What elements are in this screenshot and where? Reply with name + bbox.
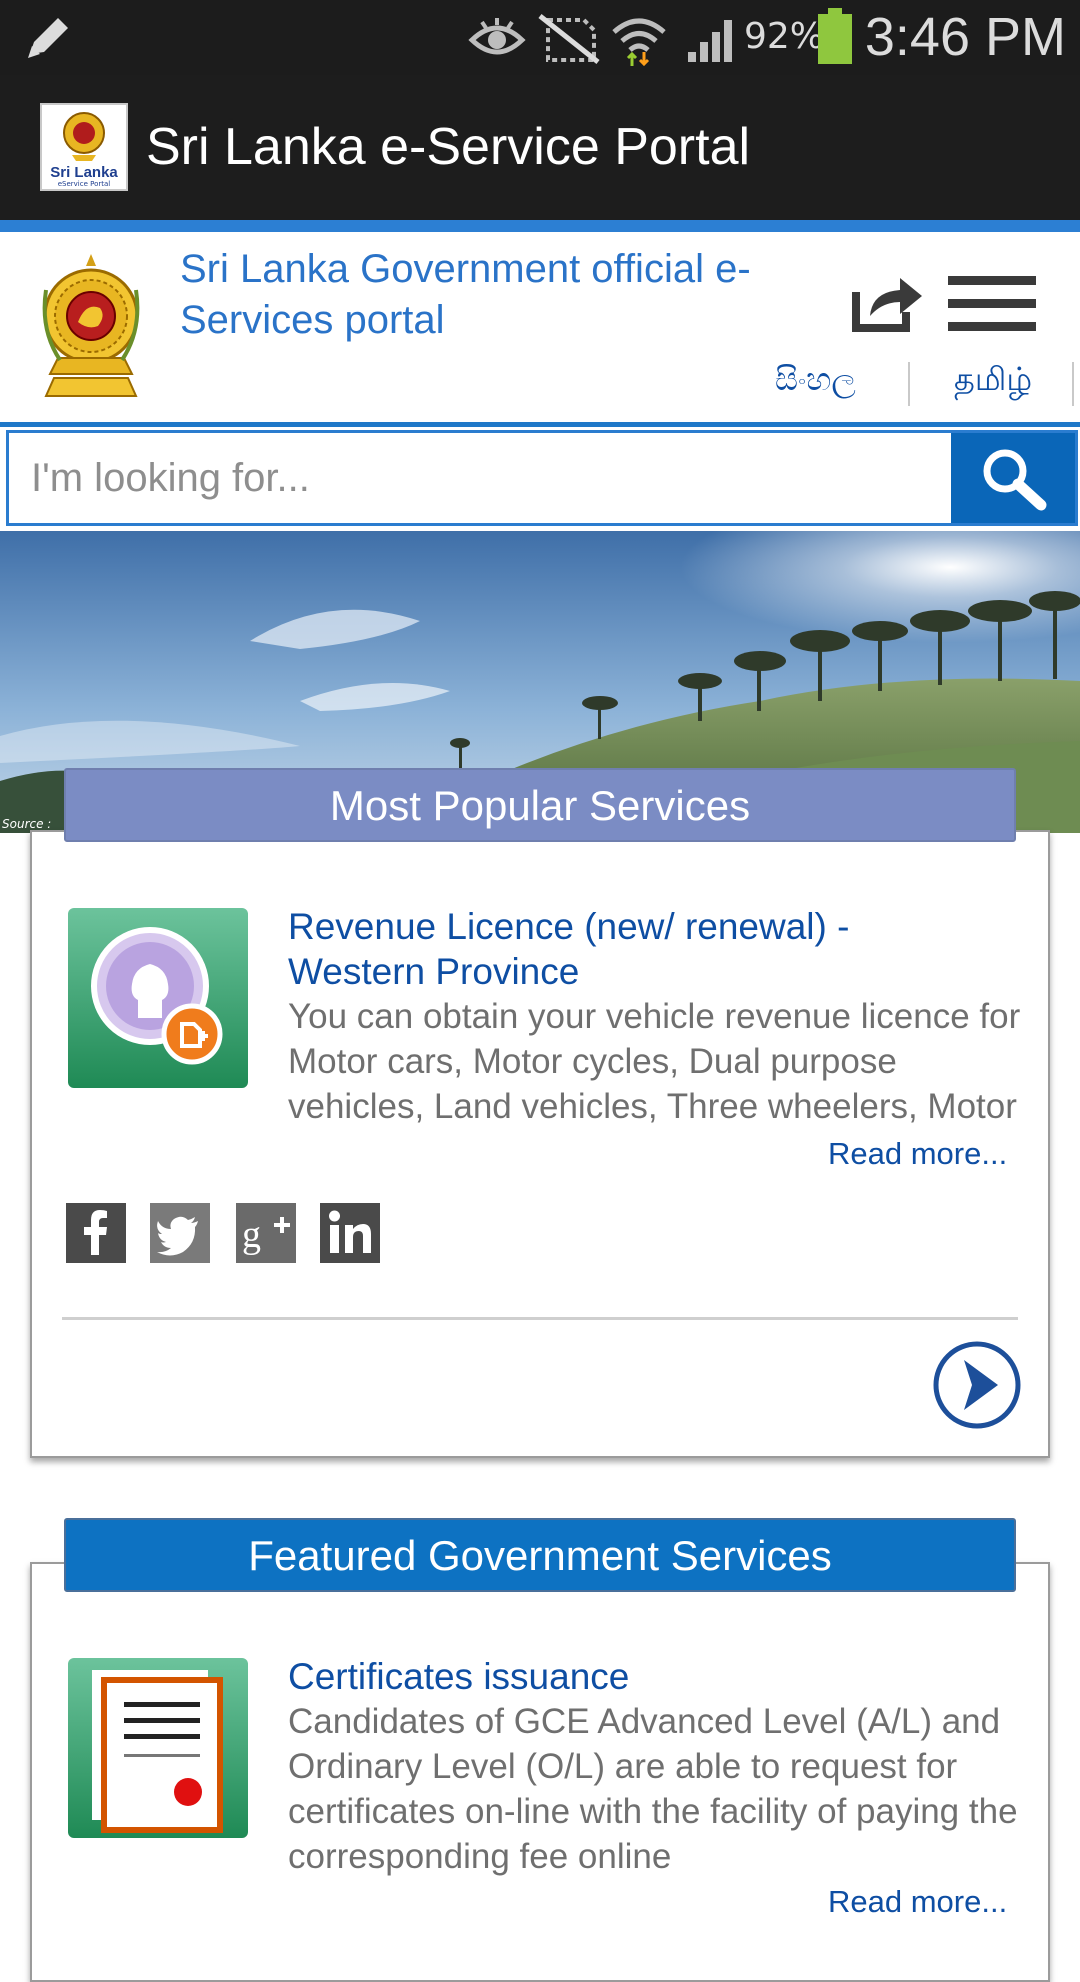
search-icon xyxy=(983,449,1047,511)
app-bar: Sri Lanka eService Portal Sri Lanka e-Se… xyxy=(0,75,1080,220)
wifi-icon xyxy=(612,18,666,66)
certificates-thumbnail[interactable] xyxy=(68,1658,248,1838)
app-logo[interactable]: Sri Lanka eService Portal xyxy=(40,103,128,191)
language-divider xyxy=(908,362,910,406)
signal-icon xyxy=(688,20,732,62)
revenue-licence-description: You can obtain your vehicle revenue lice… xyxy=(288,997,1021,1136)
eye-icon xyxy=(468,18,526,55)
card-divider xyxy=(62,1317,1018,1320)
svg-text:g: g xyxy=(242,1214,261,1256)
hero-source-label: Source : xyxy=(2,817,52,831)
twitter-icon[interactable] xyxy=(150,1203,210,1263)
certificates-title-link[interactable]: Certificates issuance xyxy=(288,1654,988,1699)
no-sim-icon xyxy=(538,14,600,64)
vehicle-licence-icon xyxy=(68,908,248,1088)
language-tamil-link[interactable]: தமிழ் xyxy=(954,360,1032,402)
header-divider xyxy=(0,422,1080,427)
site-header: Sri Lanka Government official e-Services… xyxy=(0,232,1080,422)
clock: 3:46 PM xyxy=(864,7,1066,67)
revenue-licence-title-link[interactable]: Revenue Licence (new/ renewal) - Western… xyxy=(288,904,908,994)
search-button[interactable] xyxy=(951,433,1075,523)
status-bar: 92% 3:46 PM xyxy=(0,0,1080,75)
app-logo-subtext: eService Portal xyxy=(57,180,111,188)
facebook-icon[interactable] xyxy=(66,1203,126,1263)
accent-strip xyxy=(0,220,1080,232)
search-input[interactable] xyxy=(9,433,953,523)
battery-percent: 92% xyxy=(744,16,825,57)
next-arrow-icon[interactable] xyxy=(932,1340,1022,1430)
emblem-small-icon xyxy=(63,112,105,161)
certificates-description: Candidates of GCE Advanced Level (A/L) a… xyxy=(288,1702,1018,1876)
certificates-read-more-link[interactable]: Read more... xyxy=(828,1884,1007,1920)
menu-icon[interactable] xyxy=(948,276,1036,332)
national-emblem-icon xyxy=(42,254,140,397)
app-logo-text: Sri Lanka xyxy=(50,164,118,181)
language-sinhala-link[interactable]: සිංහල xyxy=(775,360,856,399)
language-divider xyxy=(1072,362,1074,406)
popular-services-heading: Most Popular Services xyxy=(64,768,1016,842)
app-title: Sri Lanka e-Service Portal xyxy=(146,118,751,176)
certificate-icon xyxy=(68,1658,248,1838)
search-bar xyxy=(6,430,1078,526)
battery-icon xyxy=(818,8,852,64)
revenue-licence-thumbnail[interactable] xyxy=(68,908,248,1088)
revenue-licence-read-more-link[interactable]: Read more... xyxy=(828,1136,1007,1172)
linkedin-icon[interactable] xyxy=(320,1203,380,1263)
share-icon[interactable] xyxy=(850,272,924,332)
portal-tagline: Sri Lanka Government official e-Services… xyxy=(180,247,751,342)
google-plus-icon[interactable]: g xyxy=(236,1203,296,1263)
featured-services-heading: Featured Government Services xyxy=(64,1518,1016,1592)
pencil-icon xyxy=(28,18,68,58)
